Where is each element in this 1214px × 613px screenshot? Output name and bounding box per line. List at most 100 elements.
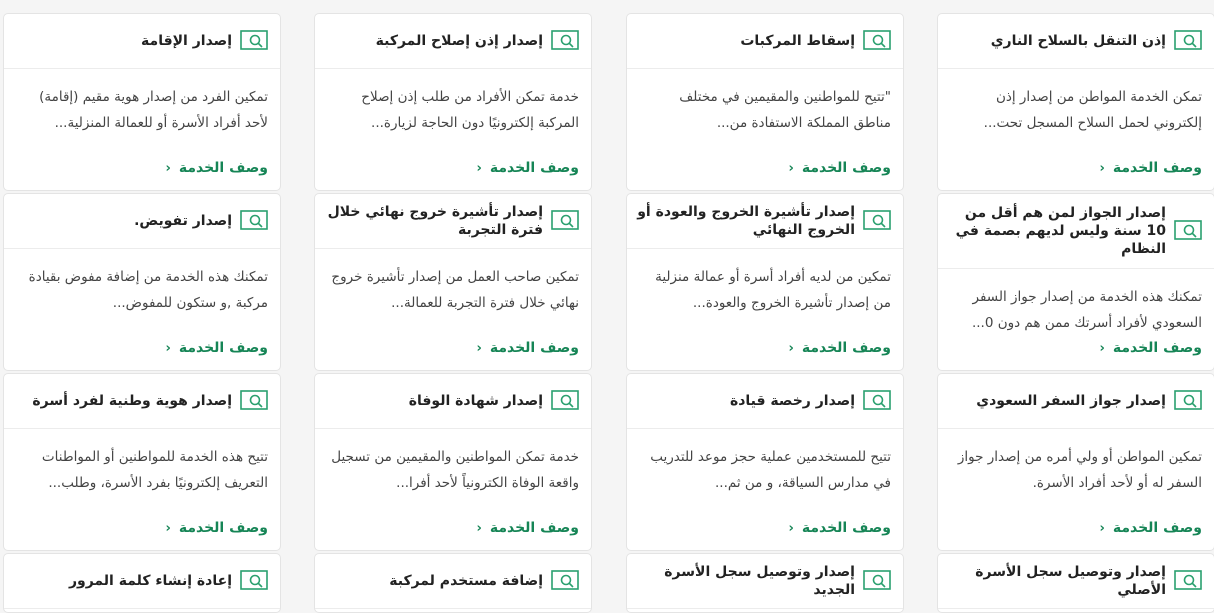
service-details-link[interactable]: وصف الخدمة ‹ [165, 520, 268, 536]
service-card[interactable]: إصدار تأشيرة الخروج والعودة أو الخروج ال… [626, 193, 904, 371]
service-card[interactable]: إصدار الإقامة تمكين الفرد من إصدار هوية … [3, 13, 281, 191]
service-details-link[interactable]: وصف الخدمة ‹ [476, 160, 579, 176]
card-header: إصدار تأشيرة الخروج والعودة أو الخروج ال… [627, 194, 903, 249]
search-doc-icon [240, 570, 268, 592]
card-header: إصدار تفويض. [4, 194, 280, 249]
chevron-left-icon: ‹ [165, 160, 171, 176]
service-title: إصدار رخصة قيادة [729, 393, 855, 409]
service-card[interactable]: إصدار وتوصيل سجل الأسرة الجديد [626, 553, 904, 613]
service-card[interactable]: إصدار إذن إصلاح المركبة خدمة تمكن الأفرا… [314, 13, 592, 191]
more-label: وصف الخدمة [801, 340, 891, 356]
card-header: إصدار وتوصيل سجل الأسرة الأصلي [938, 554, 1214, 609]
service-title: إصدار وتوصيل سجل الأسرة الأصلي [975, 564, 1166, 598]
search-doc-icon [1174, 570, 1202, 592]
search-doc-icon [1174, 30, 1202, 52]
service-details-link[interactable]: وصف الخدمة ‹ [788, 160, 891, 176]
more-label: وصف الخدمة [1112, 340, 1202, 356]
more-label: وصف الخدمة [489, 340, 579, 356]
service-card[interactable]: إصدار رخصة قيادة تتيح للمستخدمين عملية ح… [626, 373, 904, 551]
service-title: إصدار جواز السفر السعودي [976, 393, 1166, 409]
service-details-link[interactable]: وصف الخدمة ‹ [788, 340, 891, 356]
service-description: تمكين من لديه أفراد أسرة أو عمالة منزلية… [655, 269, 891, 311]
service-title: إصدار الجواز لمن هم أقل من 10 سنة وليس ل… [955, 205, 1166, 257]
search-doc-icon [240, 210, 268, 232]
service-details-link[interactable]: وصف الخدمة ‹ [476, 520, 579, 536]
service-description: تمكن الخدمة المواطن من إصدار إذن إلكترون… [983, 89, 1202, 131]
service-card[interactable]: إضافة مستخدم لمركبة [314, 553, 592, 613]
service-card[interactable]: إذن التنقل بالسلاح الناري تمكن الخدمة ال… [937, 13, 1214, 191]
service-description: تمكين الفرد من إصدار هوية مقيم (إقامة) ل… [39, 89, 268, 131]
service-card[interactable]: إصدار الجواز لمن هم أقل من 10 سنة وليس ل… [937, 193, 1214, 371]
more-label: وصف الخدمة [178, 160, 268, 176]
service-title: إصدار إذن إصلاح المركبة [375, 33, 543, 49]
search-doc-icon [863, 570, 891, 592]
service-details-link[interactable]: وصف الخدمة ‹ [165, 160, 268, 176]
chevron-left-icon: ‹ [1099, 520, 1105, 536]
search-doc-icon [1174, 220, 1202, 242]
card-header: إعادة إنشاء كلمة المرور [4, 554, 280, 609]
search-doc-icon [551, 390, 579, 412]
service-title: إصدار تأشيرة الخروج والعودة أو الخروج ال… [637, 204, 855, 238]
search-doc-icon [863, 390, 891, 412]
card-header: إصدار هوية وطنية لفرد أسرة [4, 374, 280, 429]
service-details-link[interactable]: وصف الخدمة ‹ [788, 520, 891, 536]
more-label: وصف الخدمة [489, 520, 579, 536]
service-card[interactable]: إصدار تفويض. تمكنك هذه الخدمة من إضافة م… [3, 193, 281, 371]
chevron-left-icon: ‹ [1099, 340, 1105, 356]
more-label: وصف الخدمة [1112, 520, 1202, 536]
service-card[interactable]: إصدار شهادة الوفاة خدمة تمكن المواطنين و… [314, 373, 592, 551]
service-card[interactable]: إصدار جواز السفر السعودي تمكين المواطن أ… [937, 373, 1214, 551]
card-header: إذن التنقل بالسلاح الناري [938, 14, 1214, 69]
search-doc-icon [1174, 390, 1202, 412]
service-description: تتيح للمستخدمين عملية حجز موعد للتدريب ف… [650, 449, 891, 491]
chevron-left-icon: ‹ [788, 160, 794, 176]
service-details-link[interactable]: وصف الخدمة ‹ [476, 340, 579, 356]
search-doc-icon [240, 390, 268, 412]
service-card[interactable]: إصدار تأشيرة خروج نهائي خلال فترة التجرب… [314, 193, 592, 371]
chevron-left-icon: ‹ [788, 520, 794, 536]
service-title: إضافة مستخدم لمركبة [389, 573, 543, 589]
service-title: إسقاط المركبات [740, 33, 855, 49]
service-title: إصدار وتوصيل سجل الأسرة الجديد [664, 564, 855, 598]
more-label: وصف الخدمة [489, 160, 579, 176]
service-title: إصدار الإقامة [141, 33, 232, 49]
card-header: إصدار إذن إصلاح المركبة [315, 14, 591, 69]
more-label: وصف الخدمة [1112, 160, 1202, 176]
card-header: إصدار الإقامة [4, 14, 280, 69]
more-label: وصف الخدمة [801, 160, 891, 176]
chevron-left-icon: ‹ [476, 340, 482, 356]
card-header: إصدار شهادة الوفاة [315, 374, 591, 429]
service-description: تمكين صاحب العمل من إصدار تأشيرة خروج نه… [331, 269, 579, 311]
chevron-left-icon: ‹ [788, 340, 794, 356]
service-details-link[interactable]: وصف الخدمة ‹ [165, 340, 268, 356]
service-card[interactable]: إسقاط المركبات "تتيح للمواطنين والمقيمين… [626, 13, 904, 191]
service-description: تتيح هذه الخدمة للمواطنين أو المواطنات ا… [41, 449, 268, 491]
service-details-link[interactable]: وصف الخدمة ‹ [1099, 520, 1202, 536]
card-header: إصدار رخصة قيادة [627, 374, 903, 429]
service-card[interactable]: إعادة إنشاء كلمة المرور [3, 553, 281, 613]
service-card[interactable]: إصدار هوية وطنية لفرد أسرة تتيح هذه الخد… [3, 373, 281, 551]
service-details-link[interactable]: وصف الخدمة ‹ [1099, 340, 1202, 356]
search-doc-icon [863, 30, 891, 52]
chevron-left-icon: ‹ [165, 340, 171, 356]
services-grid: إذن التنقل بالسلاح الناري تمكن الخدمة ال… [0, 0, 1214, 613]
service-description: خدمة تمكن الأفراد من طلب إذن إصلاح المرك… [361, 89, 579, 131]
search-doc-icon [551, 210, 579, 232]
chevron-left-icon: ‹ [476, 160, 482, 176]
card-header: إصدار تأشيرة خروج نهائي خلال فترة التجرب… [315, 194, 591, 249]
service-title: إصدار هوية وطنية لفرد أسرة [32, 393, 232, 409]
service-card[interactable]: إصدار وتوصيل سجل الأسرة الأصلي [937, 553, 1214, 613]
service-title: إعادة إنشاء كلمة المرور [68, 573, 232, 589]
chevron-left-icon: ‹ [165, 520, 171, 536]
card-header: إضافة مستخدم لمركبة [315, 554, 591, 609]
search-doc-icon [551, 30, 579, 52]
service-title: إذن التنقل بالسلاح الناري [990, 33, 1166, 49]
card-header: إصدار وتوصيل سجل الأسرة الجديد [627, 554, 903, 609]
search-doc-icon [240, 30, 268, 52]
service-description: "تتيح للمواطنين والمقيمين في مختلف مناطق… [679, 89, 891, 131]
service-description: تمكنك هذه الخدمة من إضافة مفوض بقيادة مر… [28, 269, 268, 311]
search-doc-icon [863, 210, 891, 232]
service-details-link[interactable]: وصف الخدمة ‹ [1099, 160, 1202, 176]
card-header: إصدار الجواز لمن هم أقل من 10 سنة وليس ل… [938, 194, 1214, 269]
service-description: خدمة تمكن المواطنين والمقيمين من تسجيل و… [331, 449, 579, 491]
